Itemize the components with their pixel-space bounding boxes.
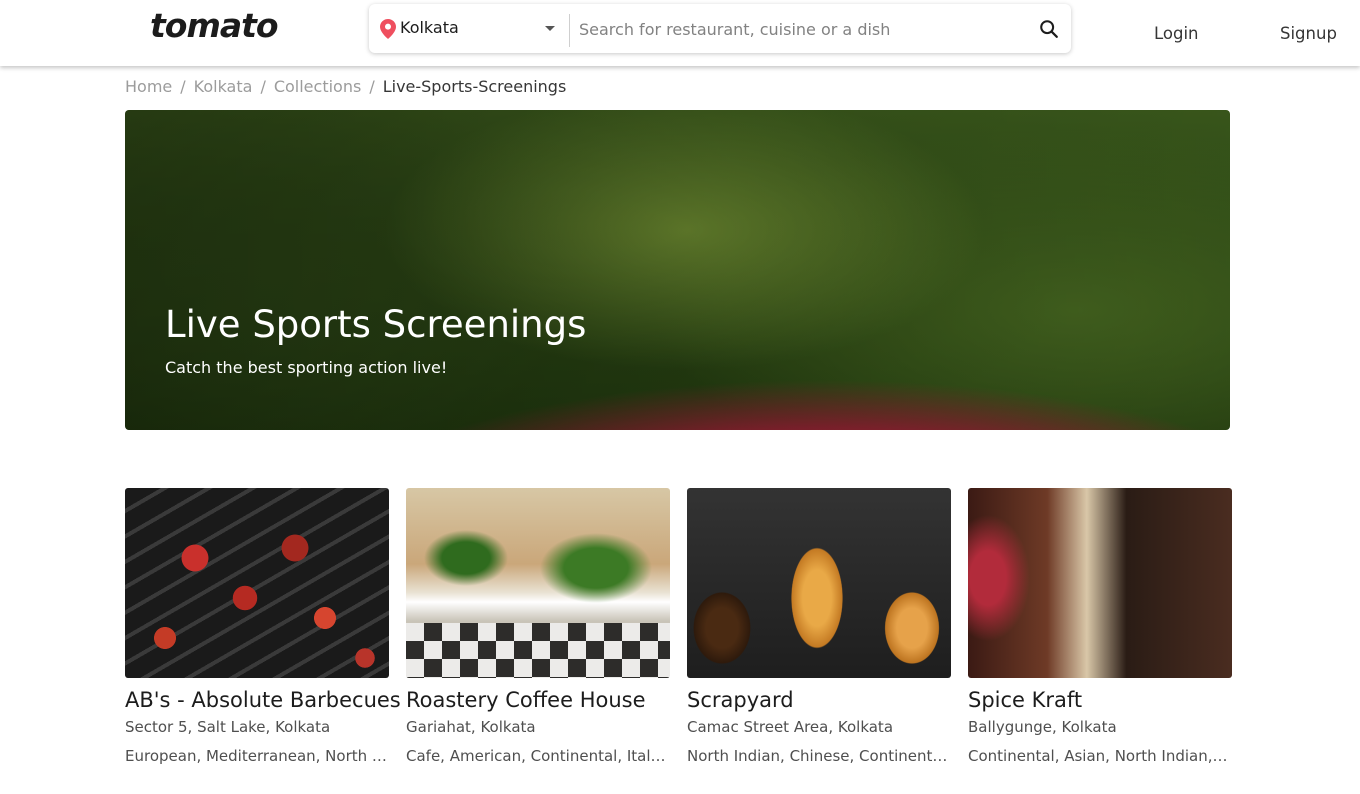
search-input[interactable] (579, 16, 1029, 42)
restaurant-location: Camac Street Area, Kolkata (687, 718, 894, 736)
breadcrumb-separator: / (369, 77, 375, 96)
restaurant-card[interactable]: Roastery Coffee House Gariahat, Kolkata … (406, 488, 670, 765)
location-label: Kolkata (400, 18, 459, 37)
search-divider (569, 14, 570, 47)
restaurant-card[interactable]: Spice Kraft Ballygunge, Kolkata Continen… (968, 488, 1232, 765)
restaurant-card[interactable]: Scrapyard Camac Street Area, Kolkata Nor… (687, 488, 951, 765)
collection-title: Live Sports Screenings (165, 303, 587, 346)
restaurant-name[interactable]: Roastery Coffee House (406, 688, 676, 712)
restaurant-name[interactable]: Spice Kraft (968, 688, 1238, 712)
collection-hero-banner: Live Sports Screenings Catch the best sp… (125, 110, 1230, 430)
location-selector[interactable]: Kolkata (369, 4, 569, 53)
restaurant-name[interactable]: Scrapyard (687, 688, 957, 712)
search-icon[interactable] (1038, 18, 1060, 40)
top-header: tomato Kolkata Login Signup (0, 0, 1360, 66)
collection-subtitle: Catch the best sporting action live! (165, 358, 448, 377)
breadcrumb-current: Live-Sports-Screenings (382, 77, 567, 96)
breadcrumb-city[interactable]: Kolkata (194, 77, 253, 96)
restaurant-name[interactable]: AB's - Absolute Barbecues (125, 688, 401, 712)
signup-link[interactable]: Signup (1280, 24, 1337, 43)
breadcrumb-separator: / (180, 77, 186, 96)
logo[interactable]: tomato (150, 6, 279, 45)
restaurant-image[interactable] (406, 488, 670, 678)
breadcrumb-separator: / (260, 77, 266, 96)
restaurant-cuisine: North Indian, Chinese, Continental, Ital… (687, 747, 949, 765)
search-bar: Kolkata (369, 4, 1071, 53)
restaurant-location: Ballygunge, Kolkata (968, 718, 1117, 736)
breadcrumb-collections[interactable]: Collections (274, 77, 361, 96)
restaurant-location: Gariahat, Kolkata (406, 718, 536, 736)
restaurant-card[interactable]: AB's - Absolute Barbecues Sector 5, Salt… (125, 488, 401, 765)
restaurant-image[interactable] (968, 488, 1232, 678)
restaurant-location: Sector 5, Salt Lake, Kolkata (125, 718, 331, 736)
breadcrumb: Home / Kolkata / Collections / Live-Sports-Scr… (125, 77, 566, 96)
restaurant-cuisine: Continental, Asian, North Indian, Mughla… (968, 747, 1230, 765)
restaurant-cuisine: Cafe, American, Continental, Italian (406, 747, 668, 765)
breadcrumb-home[interactable]: Home (125, 77, 172, 96)
login-link[interactable]: Login (1154, 24, 1199, 43)
location-pin-icon (380, 19, 396, 39)
restaurant-image[interactable] (687, 488, 951, 678)
restaurant-image[interactable] (125, 488, 389, 678)
caret-down-icon (545, 26, 555, 31)
restaurant-cuisine: European, Mediterranean, North Indian (125, 747, 387, 765)
